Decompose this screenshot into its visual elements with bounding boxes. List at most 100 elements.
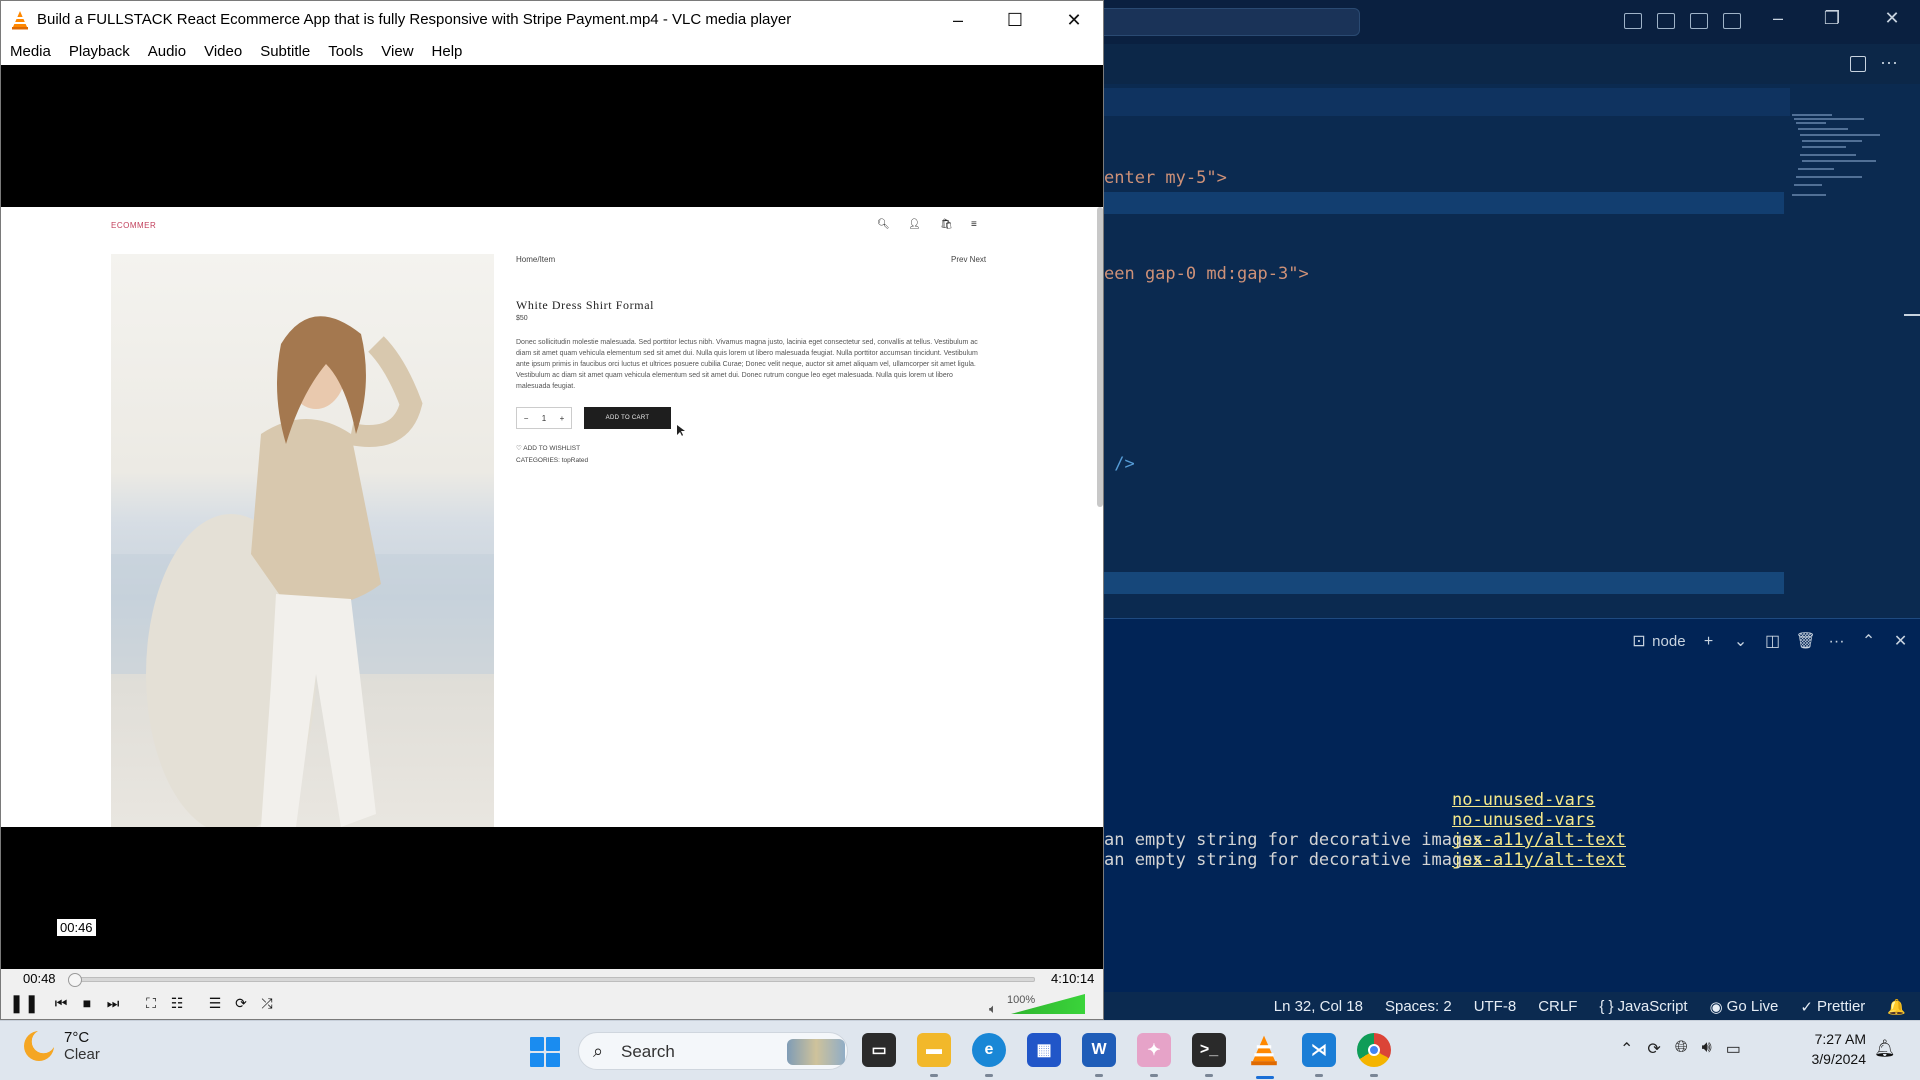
snipping-tool-icon[interactable]: ✦: [1137, 1033, 1171, 1067]
menu-video[interactable]: Video: [195, 39, 251, 65]
network-icon[interactable]: 🌐︎: [1675, 1039, 1688, 1059]
code-line: />: [1104, 454, 1134, 474]
split-editor-icon[interactable]: [1850, 56, 1866, 72]
quantity-minus: −: [523, 413, 529, 423]
problem-row[interactable]: an empty string for decorative images jsx…: [1104, 830, 1626, 850]
vlc-close-icon[interactable]: ✕: [1045, 1, 1103, 39]
menu-help[interactable]: Help: [423, 39, 472, 65]
menu-tools[interactable]: Tools: [319, 39, 372, 65]
notifications-icon[interactable]: 🔔: [1887, 998, 1906, 1016]
problem-row[interactable]: no-unused-vars: [1104, 810, 1595, 830]
cursor-position[interactable]: Ln 32, Col 18: [1274, 998, 1363, 1015]
close-panel-icon[interactable]: ✕: [1892, 633, 1910, 651]
problem-row[interactable]: no-unused-vars: [1104, 790, 1595, 810]
seek-slider[interactable]: [68, 973, 1035, 987]
notification-bell-icon[interactable]: 🔔︎: [1874, 1039, 1896, 1059]
next-icon[interactable]: ⏭: [102, 992, 124, 1014]
minimap[interactable]: [1790, 112, 1900, 202]
go-live-button[interactable]: ◉ Go Live: [1710, 998, 1779, 1016]
menu-audio[interactable]: Audio: [139, 39, 195, 65]
new-terminal-icon[interactable]: +: [1700, 633, 1718, 651]
total-time[interactable]: 4:10:14: [1051, 971, 1094, 986]
product-breadcrumb: Home/Item: [516, 255, 556, 264]
battery-icon[interactable]: ▭: [1726, 1039, 1741, 1059]
speaker-icon[interactable]: 🔈︎: [989, 1001, 997, 1017]
broadcast-icon: ◉: [1709, 998, 1723, 1016]
trash-icon[interactable]: 🗑: [1796, 633, 1816, 651]
go-live-label: Go Live: [1726, 998, 1779, 1015]
vlc-menubar: Media Playback Audio Video Subtitle Tool…: [1, 39, 1103, 65]
playlist-icon[interactable]: ☰: [204, 992, 226, 1014]
menu-playback[interactable]: Playback: [60, 39, 139, 65]
problem-rule-link[interactable]: jsx-a11y/alt-text: [1452, 830, 1626, 850]
problem-row[interactable]: an empty string for decorative images jsx…: [1104, 850, 1626, 870]
volume-icon[interactable]: 🔊︎: [1702, 1039, 1712, 1059]
panel-toolbar: ⊡ node + ⌄ ◫ 🗑 ··· ⌃ ✕: [1630, 628, 1910, 656]
customize-layout-icon[interactable]: [1723, 13, 1741, 29]
vscode-close-icon[interactable]: ✕: [1872, 8, 1912, 29]
extended-settings-icon[interactable]: ☷: [166, 992, 188, 1014]
vlc-taskbar-icon[interactable]: [1247, 1033, 1281, 1067]
problem-rule-link[interactable]: jsx-a11y/alt-text: [1452, 850, 1626, 870]
menu-media[interactable]: Media: [1, 39, 60, 65]
braces-icon: { }: [1599, 998, 1614, 1015]
problem-rule-link[interactable]: no-unused-vars: [1452, 810, 1595, 830]
stop-icon[interactable]: ■: [76, 992, 98, 1014]
indentation[interactable]: Spaces: 2: [1385, 998, 1452, 1015]
start-button[interactable]: [530, 1037, 560, 1067]
weather-widget[interactable]: 7°C Clear: [24, 1029, 100, 1063]
toggle-secondary-sidebar-icon[interactable]: [1690, 13, 1708, 29]
file-explorer-icon[interactable]: ▬: [917, 1033, 951, 1067]
mouse-cursor-icon: [677, 425, 685, 436]
fullscreen-icon[interactable]: ⛶: [140, 992, 162, 1014]
terminal-icon[interactable]: >_: [1192, 1033, 1226, 1067]
vlc-maximize-icon[interactable]: ☐: [986, 1, 1044, 39]
maximize-panel-icon[interactable]: ⌃: [1860, 633, 1878, 651]
split-terminal-icon[interactable]: ◫: [1764, 633, 1782, 651]
code-line-text: enter my-5">: [1104, 168, 1227, 188]
shuffle-icon[interactable]: ⤮: [256, 992, 278, 1014]
elapsed-time[interactable]: 00:48: [23, 971, 56, 986]
chrome-icon[interactable]: [1357, 1033, 1391, 1067]
toggle-panel-icon[interactable]: [1657, 13, 1675, 29]
code-line-text: een gap-0 md:gap-3">: [1104, 264, 1309, 284]
menu-subtitle[interactable]: Subtitle: [251, 39, 319, 65]
pause-icon[interactable]: ❚❚: [9, 992, 39, 1014]
menu-icon: ≡: [971, 219, 977, 230]
sync-icon[interactable]: ⟳: [1647, 1039, 1660, 1059]
menu-view[interactable]: View: [372, 39, 422, 65]
editor-scroll-thumb[interactable]: [1904, 314, 1920, 316]
taskbar-search[interactable]: ⌕ Search: [578, 1032, 848, 1070]
microsoft-store-icon[interactable]: ▦: [1027, 1033, 1061, 1067]
problem-rule-link[interactable]: no-unused-vars: [1452, 790, 1595, 810]
code-line: een gap-0 md:gap-3">: [1104, 264, 1309, 284]
seek-handle[interactable]: [68, 973, 83, 987]
vlc-minimize-icon[interactable]: –: [929, 1, 987, 39]
vscode-minimize-icon[interactable]: –: [1758, 8, 1798, 29]
more-actions-icon[interactable]: ···: [1828, 633, 1846, 651]
search-placeholder: Search: [621, 1042, 675, 1061]
end-of-line[interactable]: CRLF: [1538, 998, 1577, 1015]
chevron-up-icon[interactable]: ⌃: [1620, 1039, 1633, 1059]
language-mode[interactable]: { } JavaScript: [1599, 998, 1687, 1015]
loop-icon[interactable]: ⟳: [230, 992, 252, 1014]
previous-icon[interactable]: ⏮: [50, 992, 72, 1014]
encoding[interactable]: UTF-8: [1474, 998, 1517, 1015]
video-area[interactable]: ECOMMER 🔍︎ 👤︎ 🛍︎ ≡ Home/Item Prev Next W…: [1, 65, 1103, 969]
toggle-primary-sidebar-icon[interactable]: [1624, 13, 1642, 29]
task-view-icon[interactable]: ▭: [862, 1033, 896, 1067]
product-categories: CATEGORIES: topRated: [516, 457, 589, 464]
word-icon[interactable]: W: [1082, 1033, 1116, 1067]
editor-scrollbar[interactable]: [1904, 112, 1920, 612]
vscode-taskbar-icon[interactable]: ⋊: [1302, 1033, 1336, 1067]
more-actions-icon[interactable]: ···: [1880, 52, 1898, 73]
clock[interactable]: 7:27 AM 3/9/2024: [1802, 1029, 1867, 1069]
terminal-selector[interactable]: ⊡ node: [1630, 633, 1685, 651]
edge-icon[interactable]: e: [972, 1033, 1006, 1067]
vlc-cone-icon: [12, 11, 28, 30]
prettier-status[interactable]: ✓ Prettier: [1800, 998, 1865, 1016]
chevron-down-icon[interactable]: ⌄: [1732, 633, 1750, 651]
model-photo: [111, 316, 494, 827]
vlc-titlebar: Build a FULLSTACK React Ecommerce App th…: [1, 1, 1103, 39]
vscode-restore-icon[interactable]: ❐: [1812, 8, 1852, 29]
